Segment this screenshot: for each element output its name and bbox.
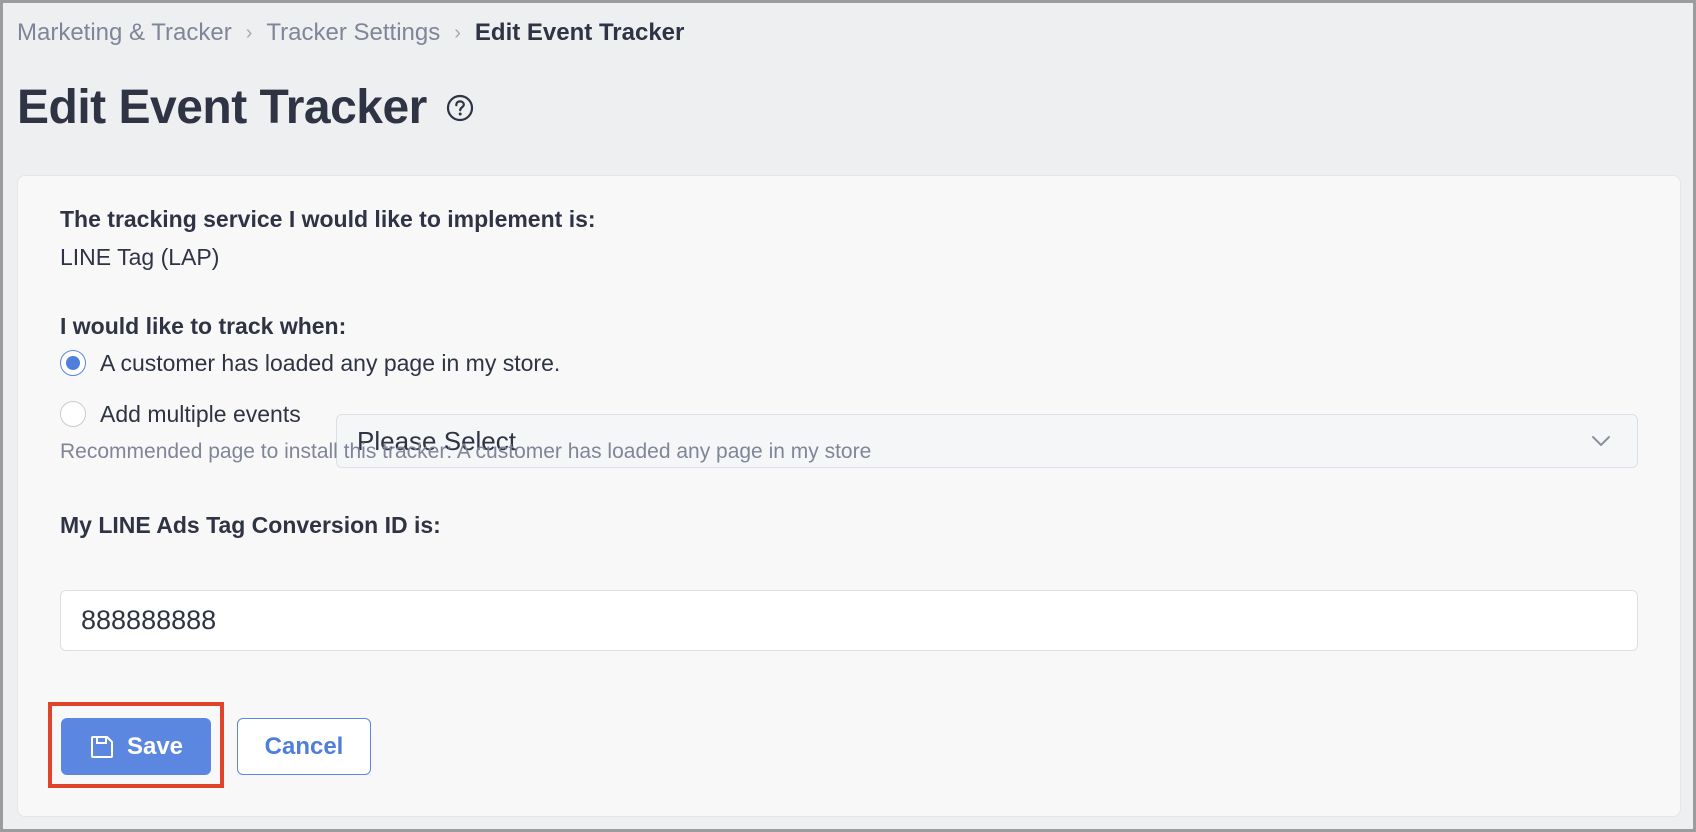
service-value: LINE Tag (LAP) — [60, 244, 220, 270]
question-circle-icon[interactable] — [445, 93, 475, 123]
cancel-button-label: Cancel — [264, 732, 344, 760]
breadcrumb-link-tracker-settings[interactable]: Tracker Settings — [266, 17, 440, 49]
floppy-disk-icon — [90, 735, 113, 758]
title-row: Edit Event Tracker — [17, 79, 475, 137]
conversion-id-label: My LINE Ads Tag Conversion ID is: — [60, 512, 441, 538]
breadcrumb-current: Edit Event Tracker — [474, 19, 685, 46]
radio-option-any-page[interactable]: A customer has loaded any page in my sto… — [60, 348, 560, 378]
conversion-id-input[interactable] — [60, 590, 1638, 651]
tracker-form-card: The tracking service I would like to imp… — [17, 175, 1681, 817]
radio-dot — [66, 356, 80, 370]
track-when-label: I would like to track when: — [60, 313, 347, 339]
radio-label-multiple-events: Add multiple events — [100, 401, 301, 427]
radio-option-multiple-events[interactable]: Add multiple events — [60, 399, 301, 429]
page-frame: Marketing & Tracker › Tracker Settings ›… — [0, 0, 1696, 832]
service-label: The tracking service I would like to imp… — [60, 206, 596, 232]
breadcrumb-link-marketing[interactable]: Marketing & Tracker — [17, 17, 232, 49]
page-title: Edit Event Tracker — [17, 81, 427, 134]
breadcrumb-separator-icon: › — [245, 22, 253, 44]
cancel-button[interactable]: Cancel — [237, 718, 371, 775]
breadcrumb-separator-icon: › — [454, 22, 461, 44]
save-button[interactable]: Save — [61, 718, 211, 775]
save-button-label: Save — [126, 732, 184, 760]
chevron-down-icon — [1592, 436, 1610, 446]
radio-button-checked[interactable] — [60, 350, 86, 376]
radio-label-any-page: A customer has loaded any page in my sto… — [100, 350, 561, 376]
radio-button-unchecked[interactable] — [60, 401, 86, 427]
recommendation-hint: Recommended page to install this tracker… — [60, 440, 872, 463]
breadcrumb: Marketing & Tracker › Tracker Settings ›… — [17, 17, 684, 49]
